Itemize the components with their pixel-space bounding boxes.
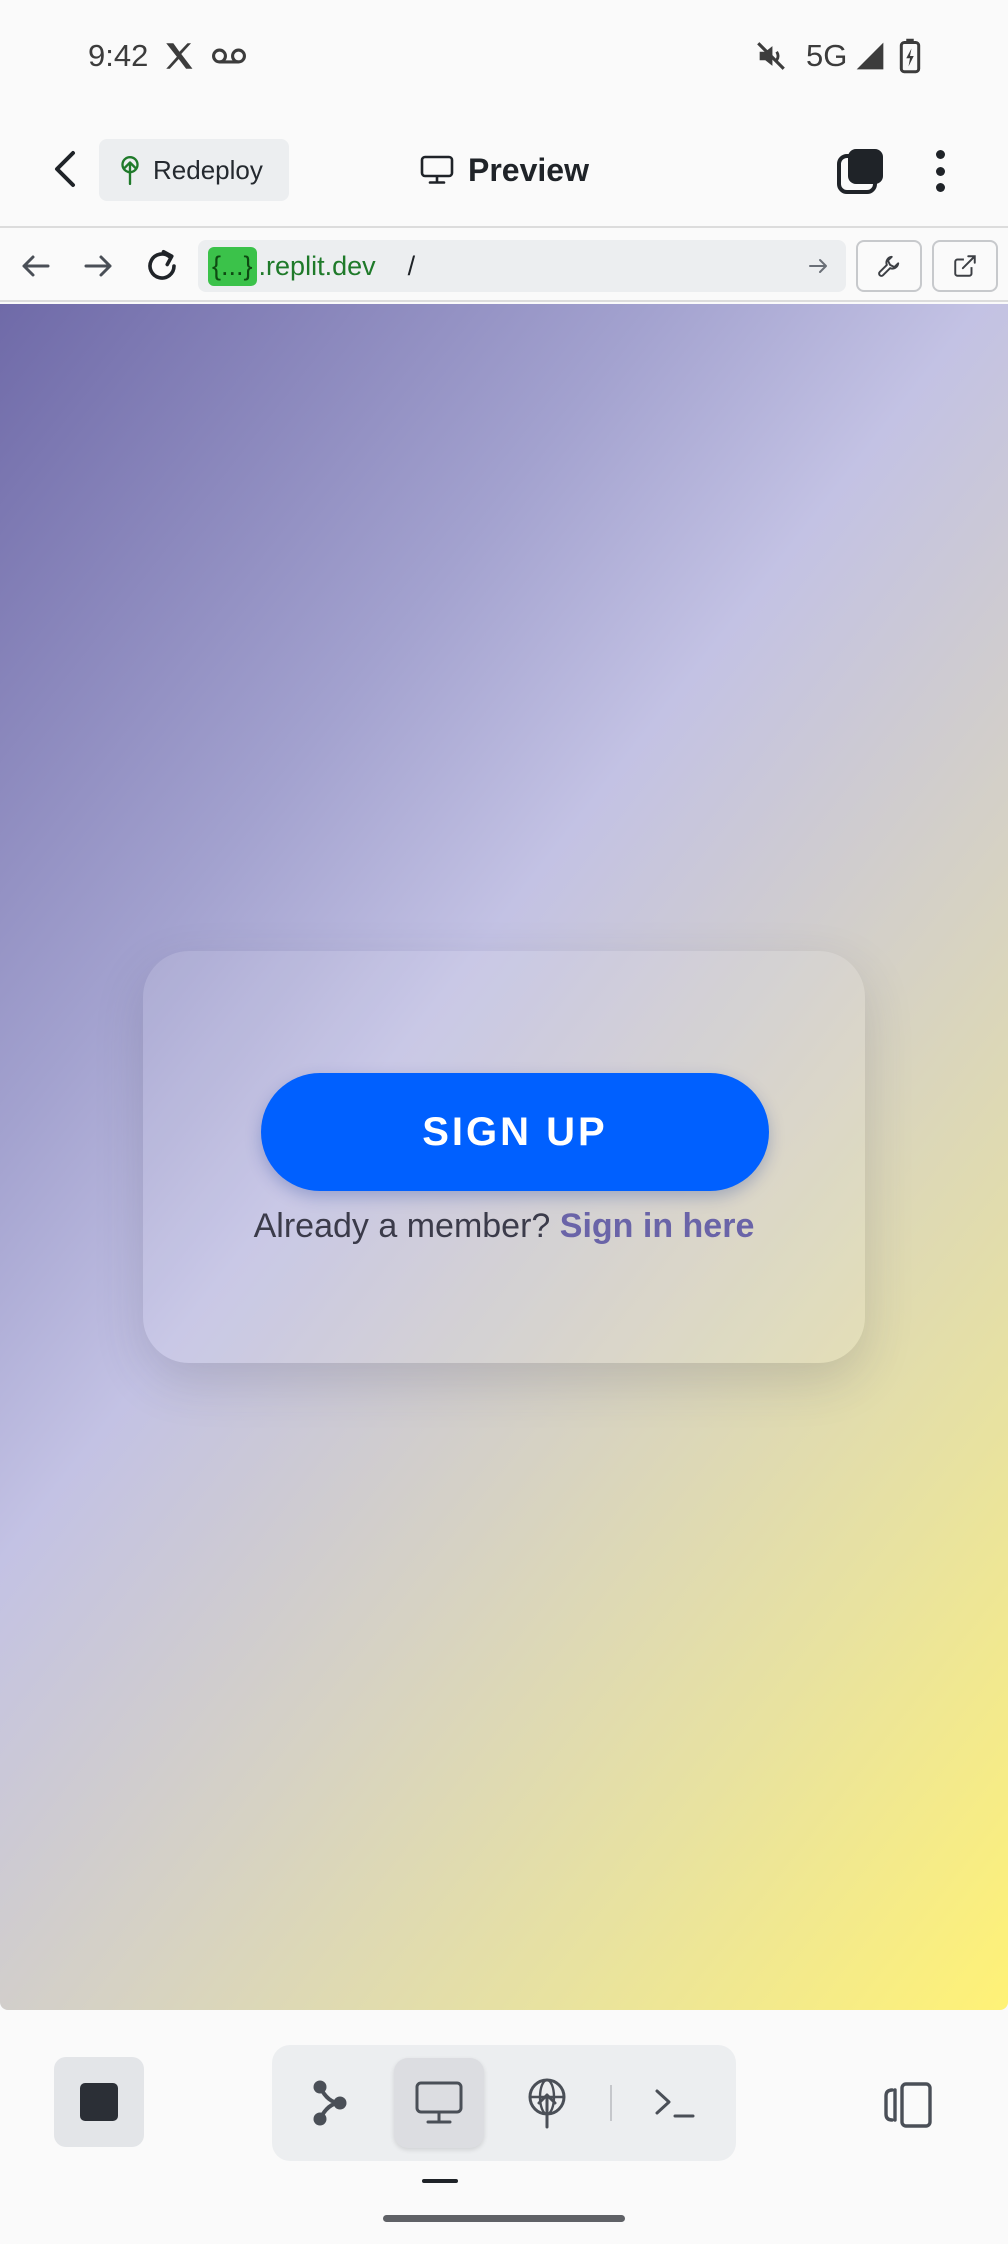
external-link-icon — [954, 255, 976, 277]
wrench-icon — [878, 255, 900, 277]
url-host-badge: {...} — [208, 246, 257, 286]
back-button[interactable] — [42, 146, 88, 192]
arrow-left-icon[interactable] — [18, 248, 54, 284]
terminal-icon — [655, 2089, 695, 2118]
chevron-left-icon — [55, 151, 75, 187]
signal-icon — [856, 42, 884, 70]
battery-icon — [899, 38, 921, 74]
git-icon — [313, 2080, 347, 2126]
more-options-button[interactable] — [924, 146, 956, 196]
monitor-icon — [420, 155, 454, 184]
active-tool-indicator — [422, 2179, 458, 2183]
deployments-button[interactable] — [502, 2058, 592, 2148]
devtools-button[interactable] — [856, 240, 922, 292]
url-path: / — [407, 250, 416, 281]
url-bar: {...} .replit.dev / — [0, 230, 1008, 302]
stop-icon — [80, 2083, 118, 2121]
monitor-icon — [415, 2081, 463, 2124]
sign-in-link[interactable]: Sign in here — [560, 1207, 755, 1245]
kebab-dot — [935, 166, 945, 176]
deploy-icon — [121, 155, 139, 185]
status-time: 9:42 — [88, 38, 149, 73]
go-arrow-icon[interactable] — [806, 254, 830, 278]
split-view-icon[interactable] — [880, 2080, 936, 2130]
redeploy-button[interactable]: Redeploy — [99, 139, 289, 201]
status-bar: 9:42 5G — [0, 0, 1008, 112]
url-input[interactable]: {...} .replit.dev / — [198, 240, 846, 292]
page-title: Preview — [420, 147, 589, 193]
network-type: 5G — [806, 38, 848, 73]
tool-switcher — [272, 2045, 736, 2161]
redeploy-label: Redeploy — [153, 154, 263, 185]
member-prompt-line: Already a member? Sign in here — [143, 1207, 865, 1246]
auth-card: SIGN UP Already a member? Sign in here — [143, 951, 865, 1363]
preview-tool-button[interactable] — [394, 2058, 484, 2148]
bottom-toolbar — [0, 2010, 1008, 2244]
app-header: Redeploy Preview — [0, 112, 1008, 228]
tabs-icon[interactable] — [836, 146, 886, 196]
kebab-dot — [935, 150, 945, 159]
sign-up-button[interactable]: SIGN UP — [261, 1073, 769, 1191]
open-new-tab-button[interactable] — [932, 240, 998, 292]
page-title-label: Preview — [468, 151, 589, 188]
url-host: .replit.dev — [258, 250, 376, 281]
arrow-right-icon[interactable] — [80, 248, 116, 284]
voicemail-icon — [212, 48, 246, 64]
kebab-dot — [935, 183, 945, 192]
terminal-button[interactable] — [630, 2058, 720, 2148]
home-indicator[interactable] — [383, 2215, 625, 2222]
stop-button[interactable] — [54, 2057, 144, 2147]
reload-icon[interactable] — [144, 248, 180, 284]
member-prompt: Already a member? — [253, 1207, 551, 1245]
tool-divider — [610, 2085, 612, 2121]
git-button[interactable] — [286, 2058, 376, 2148]
mute-icon — [757, 42, 785, 70]
x-logo-icon — [166, 43, 193, 69]
deploy-globe-icon — [528, 2078, 566, 2129]
preview-canvas: SIGN UP Already a member? Sign in here — [0, 304, 1008, 2010]
